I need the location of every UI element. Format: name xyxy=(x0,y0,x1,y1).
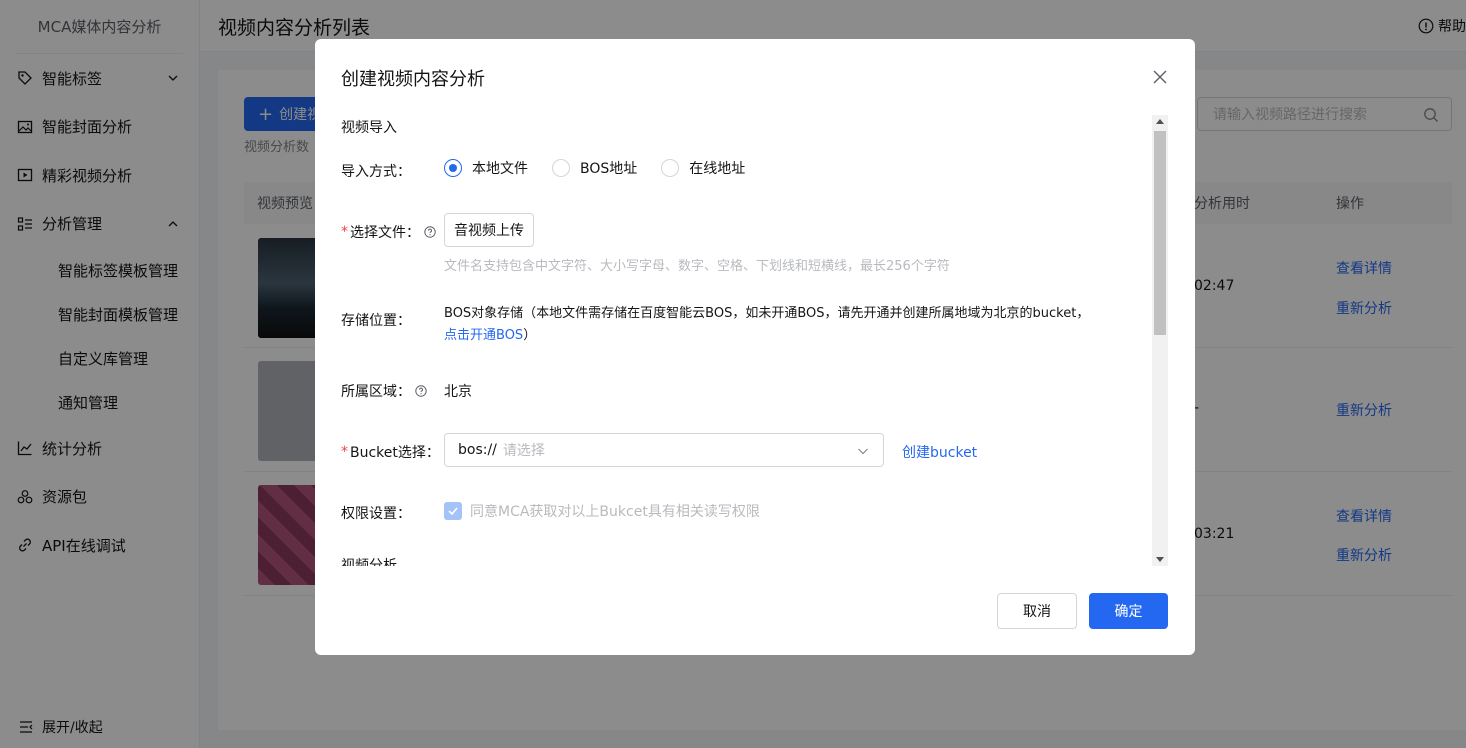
label-text: 导入方式： xyxy=(341,164,411,180)
checkbox-checked-icon xyxy=(444,502,462,520)
radio-local-file[interactable]: 本地文件 xyxy=(444,158,528,178)
permission-text: 同意MCA获取对以上Bukcet具有相关读写权限 xyxy=(470,504,760,520)
cancel-button[interactable]: 取消 xyxy=(997,593,1077,629)
storage-description: BOS对象存储（本地文件需存储在百度智能云BOS，如未开通BOS，请先开通并创建… xyxy=(444,303,1144,347)
radio-label: 本地文件 xyxy=(472,161,528,177)
scroll-up-icon[interactable] xyxy=(1156,119,1164,124)
bucket-placeholder: 请选择 xyxy=(502,443,545,459)
radio-bos-address[interactable]: BOS地址 xyxy=(552,158,637,178)
storage-tail: ） xyxy=(523,328,537,343)
question-icon[interactable] xyxy=(424,226,436,238)
bucket-label: * Bucket选择： xyxy=(341,442,440,462)
label-text: 选择文件： xyxy=(350,225,420,241)
import-method-radio-group: 本地文件 BOS地址 在线地址 xyxy=(444,158,769,178)
dialog-scrollbar[interactable] xyxy=(1152,115,1168,566)
dialog-title: 创建视频内容分析 xyxy=(341,69,485,90)
radio-label: BOS地址 xyxy=(580,161,638,177)
label-text: Bucket选择： xyxy=(350,445,440,461)
dialog-body: 视频导入 导入方式： 本地文件 BOS地址 在线地址 * 选择文件： 音视频上传… xyxy=(341,117,1168,566)
permission-checkbox[interactable]: 同意MCA获取对以上Bukcet具有相关读写权限 xyxy=(444,501,760,521)
bucket-prefix: bos:// xyxy=(458,442,497,458)
radio-online-address[interactable]: 在线地址 xyxy=(661,158,745,178)
scroll-thumb[interactable] xyxy=(1154,131,1166,335)
label-text: 权限设置： xyxy=(341,506,411,522)
region-value: 北京 xyxy=(444,384,472,400)
bucket-select[interactable]: bos:// 请选择 xyxy=(444,433,884,467)
open-bos-link[interactable]: 点击开通BOS xyxy=(444,328,523,343)
section-title-import: 视频导入 xyxy=(341,120,397,136)
label-text: 所属区域： xyxy=(341,384,411,400)
region-label: 所属区域： xyxy=(341,381,427,401)
select-file-label: * 选择文件： xyxy=(341,222,436,242)
radio-unchecked-icon xyxy=(661,159,680,177)
section-title-analysis: 视频分析 xyxy=(341,558,397,566)
storage-text: BOS对象存储（本地文件需存储在百度智能云BOS，如未开通BOS，请先开通并创建… xyxy=(444,306,1090,321)
create-analysis-dialog: 创建视频内容分析 视频导入 导入方式： 本地文件 BOS地址 在线地址 * 选择… xyxy=(315,39,1195,655)
radio-unchecked-icon xyxy=(552,159,570,177)
confirm-button[interactable]: 确定 xyxy=(1089,593,1168,629)
required-mark: * xyxy=(341,224,348,240)
scroll-down-icon[interactable] xyxy=(1156,557,1164,562)
required-mark: * xyxy=(341,444,348,460)
create-bucket-link[interactable]: 创建bucket xyxy=(902,442,977,462)
import-method-label: 导入方式： xyxy=(341,161,411,181)
permission-label: 权限设置： xyxy=(341,503,411,523)
radio-label: 在线地址 xyxy=(689,161,746,177)
question-icon[interactable] xyxy=(415,385,427,397)
close-icon[interactable] xyxy=(1152,69,1168,85)
chevron-down-icon xyxy=(858,448,868,455)
upload-button[interactable]: 音视频上传 xyxy=(444,213,534,247)
radio-checked-icon xyxy=(444,159,462,177)
label-text: 存储位置： xyxy=(341,313,411,329)
file-name-hint: 文件名支持包含中文字符、大小写字母、数字、空格、下划线和短横线，最长256个字符 xyxy=(444,259,950,274)
storage-label: 存储位置： xyxy=(341,310,411,330)
